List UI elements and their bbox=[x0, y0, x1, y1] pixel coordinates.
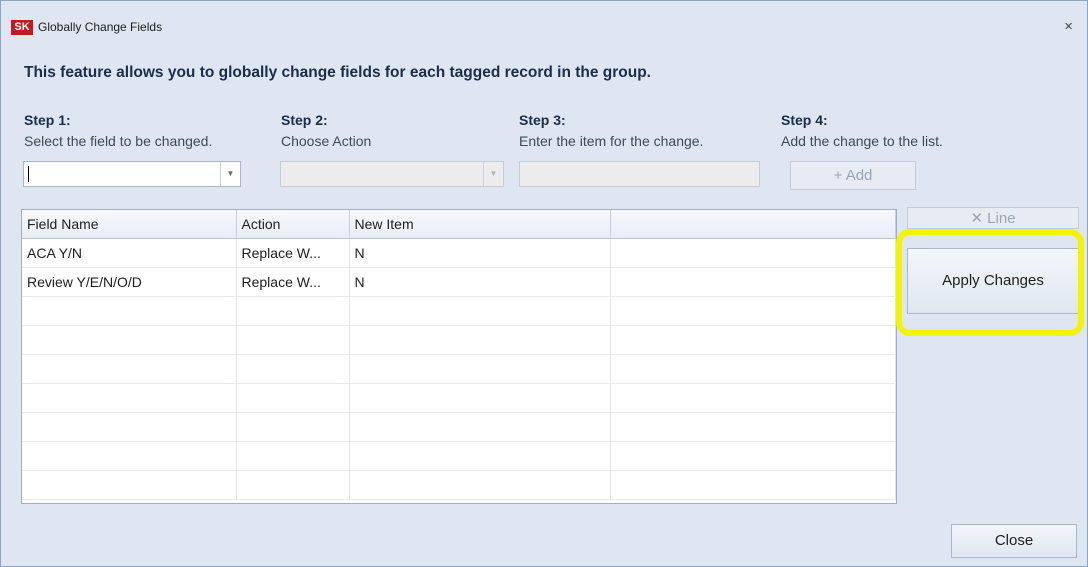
table-row[interactable] bbox=[22, 441, 896, 471]
cell-blank bbox=[610, 238, 896, 268]
app-logo-icon: SK bbox=[11, 20, 33, 35]
table-row[interactable]: Review Y/E/N/O/D Replace W... N bbox=[22, 267, 896, 297]
table-row[interactable] bbox=[22, 383, 896, 413]
cell-empty bbox=[236, 441, 350, 471]
table-row[interactable] bbox=[22, 354, 896, 384]
column-header-action[interactable]: Action bbox=[236, 210, 350, 239]
cell-empty bbox=[349, 383, 611, 413]
title-bar: SK Globally Change Fields ✕ bbox=[1, 1, 1087, 35]
close-button[interactable]: Close bbox=[951, 524, 1077, 558]
cell-empty bbox=[22, 325, 237, 355]
column-header-field-name[interactable]: Field Name bbox=[22, 210, 237, 239]
table-row[interactable] bbox=[22, 325, 896, 355]
step4-title: Step 4: bbox=[781, 112, 828, 128]
cell-action: Replace W... bbox=[236, 238, 350, 268]
table-row[interactable]: ACA Y/N Replace W... N bbox=[22, 238, 896, 268]
cell-empty bbox=[236, 354, 350, 384]
cell-new-item: N bbox=[349, 267, 611, 297]
table-header-row: Field Name Action New Item bbox=[22, 210, 896, 239]
step4-description: Add the change to the list. bbox=[781, 133, 943, 149]
close-icon[interactable]: ✕ bbox=[1064, 20, 1073, 35]
cell-empty bbox=[22, 470, 237, 500]
cell-action: Replace W... bbox=[236, 267, 350, 297]
cell-empty bbox=[236, 325, 350, 355]
step2-description: Choose Action bbox=[281, 133, 372, 149]
cell-empty bbox=[610, 296, 896, 326]
table-row[interactable] bbox=[22, 296, 896, 326]
cell-empty bbox=[236, 383, 350, 413]
delete-line-button[interactable]: ✕ Line bbox=[907, 207, 1079, 229]
chevron-down-icon[interactable]: ▼ bbox=[220, 162, 240, 186]
table-row[interactable] bbox=[22, 470, 896, 500]
cell-new-item: N bbox=[349, 238, 611, 268]
cell-empty bbox=[610, 325, 896, 355]
step3-title: Step 3: bbox=[519, 112, 566, 128]
cell-empty bbox=[349, 412, 611, 442]
changes-table: Field Name Action New Item ACA Y/N Replac… bbox=[21, 209, 897, 504]
cell-empty bbox=[22, 412, 237, 442]
add-button[interactable]: + Add bbox=[790, 161, 916, 190]
item-input[interactable] bbox=[519, 161, 760, 187]
column-header-blank[interactable] bbox=[610, 210, 896, 239]
cell-empty bbox=[349, 325, 611, 355]
cell-empty bbox=[22, 296, 237, 326]
dialog-window: SK Globally Change Fields ✕ This feature… bbox=[0, 0, 1088, 567]
cell-empty bbox=[610, 441, 896, 471]
step1-description: Select the field to be changed. bbox=[24, 133, 213, 149]
cell-empty bbox=[610, 354, 896, 384]
window-title: Globally Change Fields bbox=[38, 20, 163, 34]
cell-empty bbox=[236, 296, 350, 326]
cell-empty bbox=[22, 383, 237, 413]
chevron-down-icon[interactable]: ▼ bbox=[483, 162, 503, 186]
cell-empty bbox=[22, 441, 237, 471]
cell-empty bbox=[349, 296, 611, 326]
cell-empty bbox=[349, 354, 611, 384]
table-row[interactable] bbox=[22, 412, 896, 442]
cell-empty bbox=[349, 470, 611, 500]
instruction-headline: This feature allows you to globally chan… bbox=[24, 64, 651, 81]
field-select[interactable]: ▼ bbox=[23, 161, 241, 187]
cell-field-name: Review Y/E/N/O/D bbox=[22, 267, 237, 297]
cell-blank bbox=[610, 267, 896, 297]
text-cursor bbox=[28, 166, 29, 182]
cell-empty bbox=[22, 354, 237, 384]
cell-empty bbox=[610, 470, 896, 500]
cell-empty bbox=[349, 441, 611, 471]
column-header-new-item[interactable]: New Item bbox=[349, 210, 611, 239]
step2-title: Step 2: bbox=[281, 112, 328, 128]
step1-title: Step 1: bbox=[24, 112, 71, 128]
cell-empty bbox=[610, 383, 896, 413]
step3-description: Enter the item for the change. bbox=[519, 133, 704, 149]
apply-changes-button[interactable]: Apply Changes bbox=[907, 248, 1079, 314]
action-select[interactable]: ▼ bbox=[280, 161, 504, 187]
cell-empty bbox=[610, 412, 896, 442]
cell-empty bbox=[236, 470, 350, 500]
cell-empty bbox=[236, 412, 350, 442]
cell-field-name: ACA Y/N bbox=[22, 238, 237, 268]
